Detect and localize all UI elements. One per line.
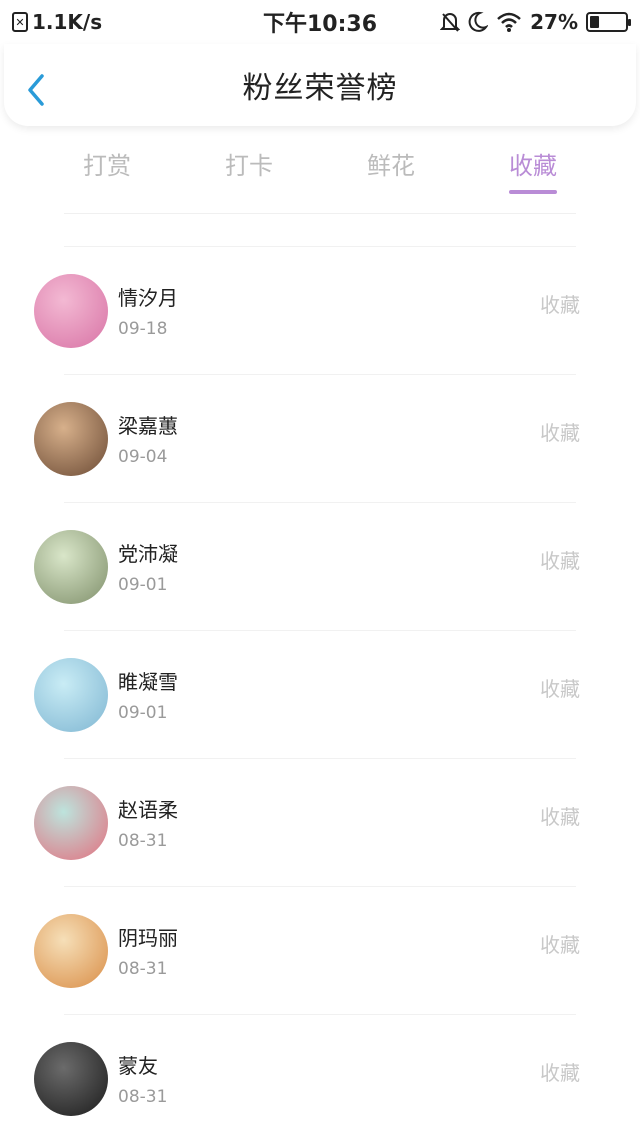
item-info: 情汐月 09-18 xyxy=(118,282,178,339)
fan-name: 情汐月 xyxy=(118,286,178,310)
fan-name: 阴玛丽 xyxy=(118,926,178,950)
back-arrow-icon[interactable] xyxy=(22,72,50,108)
collect-label: 收藏 xyxy=(540,933,580,957)
divider xyxy=(64,213,576,214)
avatar[interactable] xyxy=(34,913,108,988)
item-info: 党沛凝 09-01 xyxy=(118,538,178,595)
page-title: 粉丝荣誉榜 xyxy=(242,71,398,106)
collect-label: 收藏 xyxy=(540,805,580,829)
list-item[interactable]: 情汐月 09-18 收藏 xyxy=(34,246,580,374)
fan-name: 睢凝雪 xyxy=(118,670,178,694)
fan-date: 09-01 xyxy=(118,575,168,595)
list-item[interactable]: 蒙友 08-31 收藏 xyxy=(34,1014,580,1142)
fan-name: 梁嘉蕙 xyxy=(118,414,178,438)
status-bar: ✕ 1.1K/s 下午10:36 27% xyxy=(0,0,640,44)
status-right: 27% xyxy=(440,10,631,34)
collect-label: 收藏 xyxy=(540,421,580,445)
notifications-off-icon xyxy=(440,13,461,32)
moon-icon xyxy=(468,11,489,32)
collect-label: 收藏 xyxy=(540,677,580,701)
fan-date: 08-31 xyxy=(118,959,168,979)
battery-icon xyxy=(586,12,631,32)
item-info: 蒙友 08-31 xyxy=(118,1050,167,1107)
avatar[interactable] xyxy=(34,401,108,476)
list-item[interactable]: 阴玛丽 08-31 收藏 xyxy=(34,886,580,1014)
avatar[interactable] xyxy=(34,529,108,604)
collect-label: 收藏 xyxy=(540,549,580,573)
item-info: 阴玛丽 08-31 xyxy=(118,922,178,979)
fan-date: 08-31 xyxy=(118,1087,168,1107)
collect-label: 收藏 xyxy=(540,1061,580,1085)
item-info: 睢凝雪 09-01 xyxy=(118,666,178,723)
collect-label: 收藏 xyxy=(540,293,580,317)
header: 粉丝荣誉榜 xyxy=(4,44,636,126)
item-info: 赵语柔 08-31 xyxy=(118,794,178,851)
tab-bar: 打赏 打卡 鲜花 收藏 xyxy=(0,138,640,198)
fan-list: 情汐月 09-18 收藏 梁嘉蕙 09-04 收藏 党沛凝 09-01 收藏 睢凝雪 09-01 收藏… xyxy=(0,246,640,1142)
fan-name: 赵语柔 xyxy=(118,798,178,822)
fan-name: 蒙友 xyxy=(118,1054,158,1078)
tab-2[interactable]: 鲜花 xyxy=(331,138,451,198)
status-left: ✕ 1.1K/s xyxy=(12,10,102,34)
avatar[interactable] xyxy=(34,273,108,348)
fan-date: 09-18 xyxy=(118,319,168,339)
list-item[interactable]: 睢凝雪 09-01 收藏 xyxy=(34,630,580,758)
list-item[interactable]: 赵语柔 08-31 收藏 xyxy=(34,758,580,886)
list-item[interactable]: 梁嘉蕙 09-04 收藏 xyxy=(34,374,580,502)
wifi-icon xyxy=(497,12,521,32)
tab-3[interactable]: 收藏 xyxy=(473,138,593,198)
avatar[interactable] xyxy=(34,1041,108,1116)
avatar[interactable] xyxy=(34,657,108,732)
list-item[interactable]: 党沛凝 09-01 收藏 xyxy=(34,502,580,630)
fan-date: 09-01 xyxy=(118,703,168,723)
tab-1[interactable]: 打卡 xyxy=(189,138,309,198)
fan-name: 党沛凝 xyxy=(118,542,178,566)
battery-fill xyxy=(590,16,600,28)
avatar[interactable] xyxy=(34,785,108,860)
tab-0[interactable]: 打赏 xyxy=(47,138,167,198)
network-blocked-icon: ✕ xyxy=(12,12,28,32)
fan-date: 08-31 xyxy=(118,831,168,851)
network-speed: 1.1K/s xyxy=(32,10,103,34)
fan-date: 09-04 xyxy=(118,447,168,467)
item-info: 梁嘉蕙 09-04 xyxy=(118,410,178,467)
battery-percent: 27% xyxy=(530,10,578,34)
